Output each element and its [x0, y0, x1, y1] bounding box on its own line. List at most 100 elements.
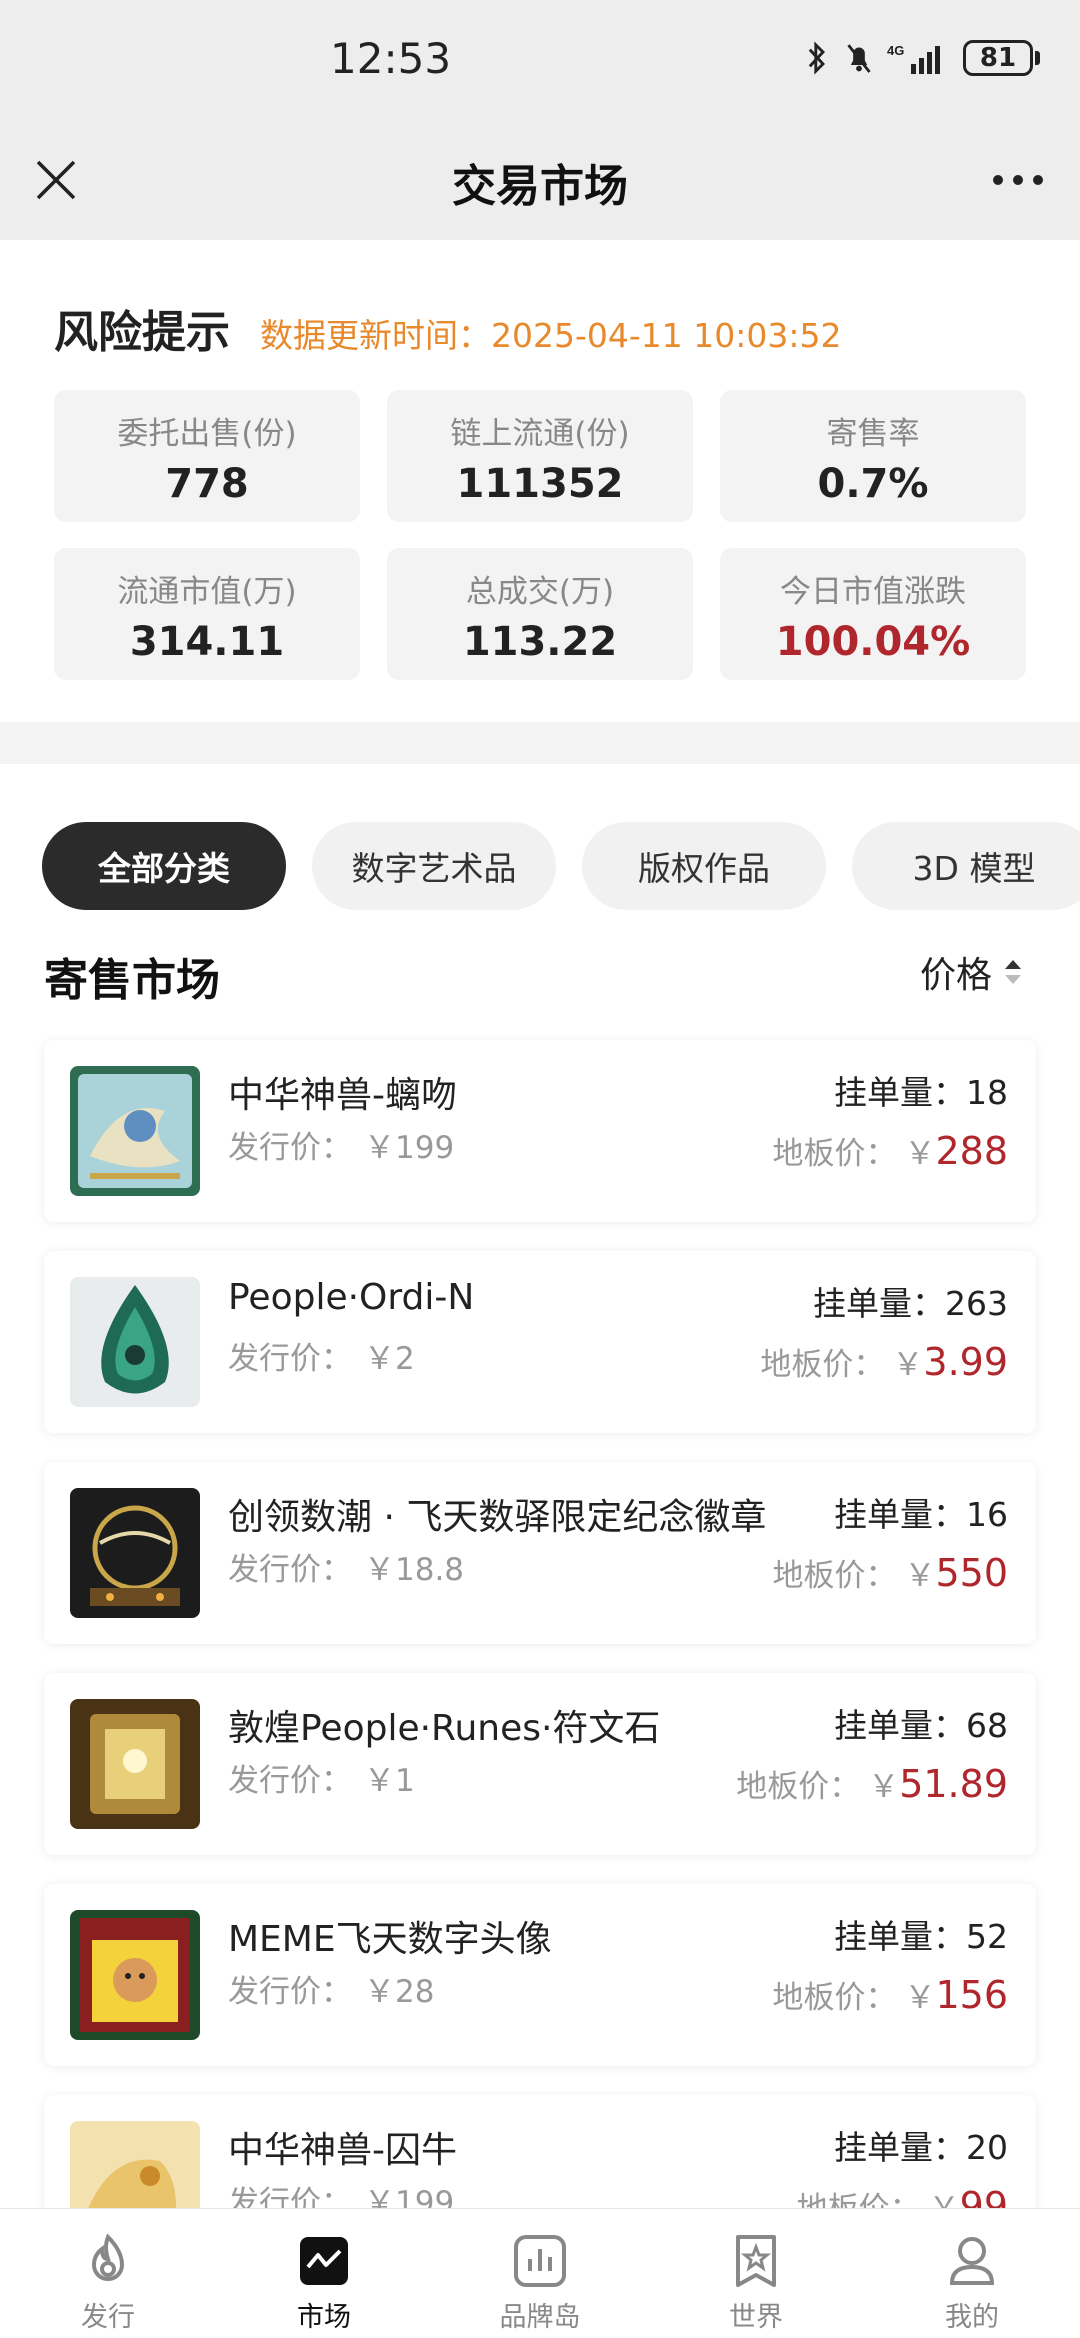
listing-count: 挂单量：16	[834, 1495, 1008, 1534]
item-name: MEME飞天数字头像	[228, 1919, 552, 1960]
list-item[interactable]: People·Ordi-N 发行价： ￥2 挂单量：263 地板价： ￥3.99	[44, 1251, 1036, 1433]
list-item[interactable]: MEME飞天数字头像 发行价： ￥28 挂单量：52 地板价： ￥156	[44, 1884, 1036, 2066]
list-item[interactable]: 中华神兽-螭吻 发行价： ￥199 挂单量：18 地板价： ￥288	[44, 1040, 1036, 1222]
item-name: People·Ordi-N	[228, 1277, 475, 1318]
trading-market-screen: 12:53 4G 81 交易市场 风险提示 数据更新时间：2025-04-11 …	[0, 0, 1080, 2338]
listing-count: 挂单量：20	[834, 2128, 1008, 2167]
stats-grid: 委托出售(份) 778 链上流通(份) 111352 寄售率 0.7% 流通市值…	[54, 390, 1026, 680]
nav-bar: 交易市场	[0, 120, 1080, 240]
risk-header: 风险提示 数据更新时间：2025-04-11 10:03:52	[54, 296, 841, 360]
item-thumbnail	[70, 1488, 200, 1618]
tab-brand-island[interactable]: 品牌岛	[432, 2209, 648, 2338]
stat-value: 111352	[456, 461, 624, 507]
category-all[interactable]: 全部分类	[42, 822, 286, 910]
item-stats: 挂单量：68 地板价： ￥51.89	[736, 1699, 1008, 1806]
item-name: 创领数潮 · 飞天数驿限定纪念徽章	[228, 1497, 767, 1538]
item-name: 中华神兽-囚牛	[228, 2130, 457, 2171]
tab-label: 品牌岛	[499, 2302, 581, 2333]
risk-panel: 风险提示 数据更新时间：2025-04-11 10:03:52 委托出售(份) …	[0, 240, 1080, 722]
tab-mine[interactable]: 我的	[864, 2209, 1080, 2338]
update-time: 数据更新时间：2025-04-11 10:03:52	[260, 316, 842, 355]
tab-label: 世界	[729, 2302, 783, 2333]
category-copyright[interactable]: 版权作品	[582, 822, 826, 910]
listing-count: 挂单量：52	[834, 1917, 1008, 1956]
issue-price: 发行价： ￥18.8	[228, 1552, 465, 1588]
flame-icon	[91, 2233, 125, 2281]
risk-title: 风险提示	[54, 307, 230, 358]
stat-value: 314.11	[129, 619, 285, 665]
list-item[interactable]: 创领数潮 · 飞天数驿限定纪念徽章 发行价： ￥18.8 挂单量：16 地板价： ￥…	[44, 1462, 1036, 1644]
stat-label: 今日市值涨跌	[780, 574, 966, 610]
item-stats: 挂单量：16 地板价： ￥550	[772, 1488, 1008, 1595]
item-stats: 挂单量：18 地板价： ￥288	[772, 1066, 1008, 1173]
stat-consignment: 委托出售(份) 778	[54, 390, 360, 522]
status-time: 12:53	[330, 34, 452, 83]
listing-list: 中华神兽-螭吻 发行价： ￥199 挂单量：18 地板价： ￥288 Peopl…	[44, 1040, 1036, 2306]
item-stats: 挂单量：52 地板价： ￥156	[772, 1910, 1008, 2017]
stat-daily-change: 今日市值涨跌 100.04%	[720, 548, 1026, 680]
item-thumbnail	[70, 1066, 200, 1196]
stat-value: 100.04%	[775, 619, 971, 665]
listing-count: 挂单量：18	[834, 1073, 1008, 1112]
issue-price: 发行价： ￥28	[228, 1974, 435, 2010]
category-tabs: 全部分类 数字艺术品 版权作品 3D 模型	[42, 822, 1080, 910]
stat-market-cap: 流通市值(万) 314.11	[54, 548, 360, 680]
bar-chart-icon	[514, 2235, 566, 2287]
floor-price: 地板价： ￥156	[772, 1973, 1008, 2017]
category-digital-art[interactable]: 数字艺术品	[312, 822, 556, 910]
stat-label: 流通市值(万)	[117, 574, 297, 610]
tab-issue[interactable]: 发行	[0, 2209, 216, 2338]
svg-text:4G: 4G	[887, 43, 904, 58]
floor-price: 地板价： ￥3.99	[760, 1340, 1008, 1384]
tab-world[interactable]: 世界	[648, 2209, 864, 2338]
stat-value: 0.7%	[817, 461, 929, 507]
item-thumbnail	[70, 1699, 200, 1829]
sort-icon	[1005, 960, 1021, 984]
item-thumbnail	[70, 1910, 200, 2040]
tab-label: 发行	[81, 2302, 135, 2333]
market-section: 全部分类 数字艺术品 版权作品 3D 模型 寄售市场 价格 中华神兽-螭吻 发行…	[0, 764, 1080, 2338]
mute-bell-icon	[847, 44, 871, 73]
item-name: 中华神兽-螭吻	[228, 1075, 457, 1116]
bluetooth-icon	[808, 41, 825, 75]
user-icon	[949, 2237, 995, 2285]
stat-value: 778	[165, 461, 249, 507]
stat-label: 总成交(万)	[465, 574, 615, 610]
listing-count: 挂单量：68	[834, 1706, 1008, 1745]
tab-label: 我的	[945, 2302, 999, 2333]
floor-price: 地板价： ￥51.89	[736, 1762, 1008, 1806]
tab-label: 市场	[297, 2302, 351, 2333]
status-bar: 12:53 4G 81	[0, 0, 1080, 120]
stat-label: 寄售率	[826, 416, 920, 452]
stat-consignment-rate: 寄售率 0.7%	[720, 390, 1026, 522]
badge-star-icon	[736, 2235, 776, 2287]
stat-label: 委托出售(份)	[117, 416, 297, 452]
category-3d-model[interactable]: 3D 模型	[852, 822, 1080, 910]
signal-icon: 4G	[887, 43, 940, 74]
listing-count: 挂单量：263	[813, 1284, 1008, 1323]
list-item[interactable]: 敦煌People·Runes·符文石 发行价： ￥1 挂单量：68 地板价： ￥51…	[44, 1673, 1036, 1855]
sort-label: 价格	[919, 955, 992, 996]
item-name: 敦煌People·Runes·符文石	[228, 1708, 661, 1749]
item-thumbnail	[70, 1277, 200, 1407]
issue-price: 发行价： ￥2	[228, 1341, 415, 1377]
chart-icon	[300, 2237, 348, 2285]
item-stats: 挂单量：263 地板价： ￥3.99	[760, 1277, 1008, 1384]
battery-level: 81	[963, 40, 1033, 76]
status-icons: 4G 81	[803, 40, 1040, 76]
issue-price: 发行价： ￥199	[228, 1130, 455, 1166]
issue-price: 发行价： ￥1	[228, 1763, 415, 1799]
stat-total-volume: 总成交(万) 113.22	[387, 548, 693, 680]
battery-icon	[1035, 51, 1040, 65]
more-icon[interactable]	[988, 160, 1048, 200]
floor-price: 地板价： ￥288	[772, 1129, 1008, 1173]
market-title: 寄售市场	[44, 955, 220, 1006]
stat-circulation: 链上流通(份) 111352	[387, 390, 693, 522]
stat-label: 链上流通(份)	[450, 416, 630, 452]
tab-market[interactable]: 市场	[216, 2209, 432, 2338]
bottom-tab-bar: 发行 市场 品牌岛 世界 我的	[0, 2208, 1080, 2338]
stat-value: 113.22	[462, 619, 618, 665]
page-title: 交易市场	[452, 161, 628, 212]
floor-price: 地板价： ￥550	[772, 1551, 1008, 1595]
sort-by-price[interactable]: 价格	[920, 946, 1024, 998]
